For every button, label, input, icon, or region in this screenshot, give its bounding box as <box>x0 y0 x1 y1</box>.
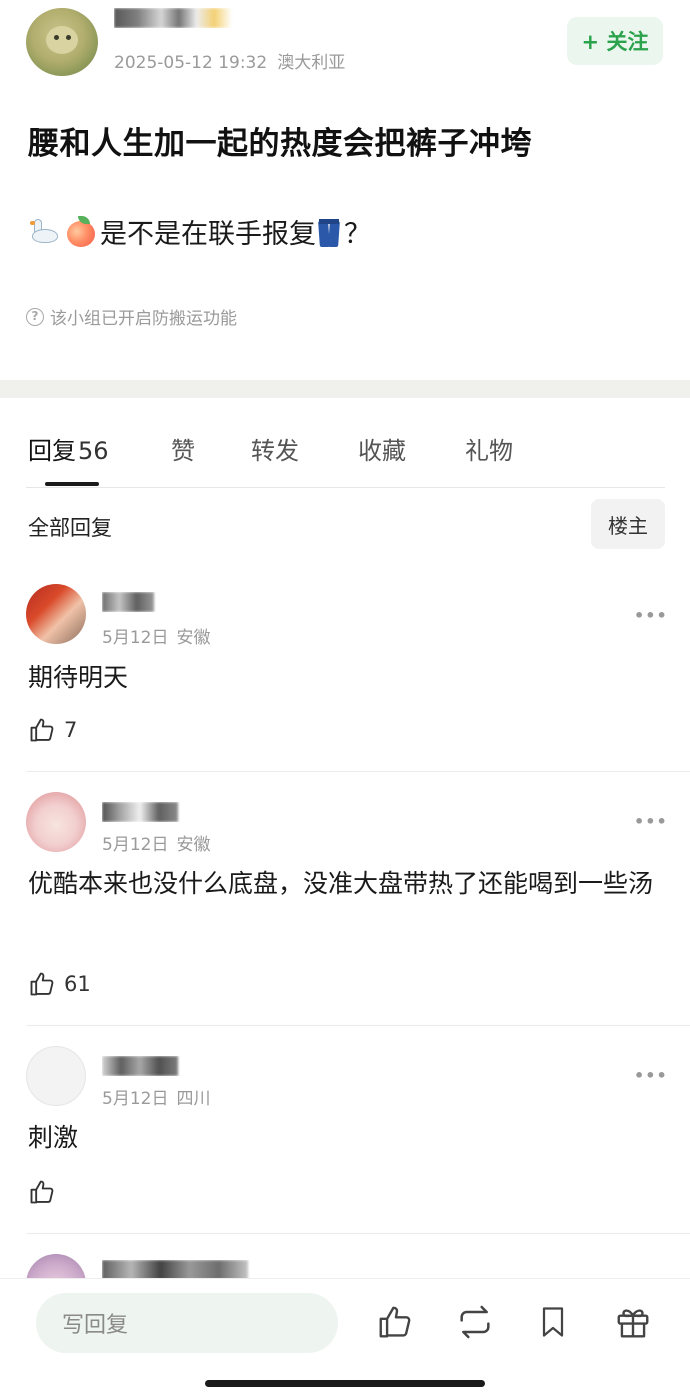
post-body-suffix: ？ <box>344 219 371 250</box>
tab-likes[interactable]: 赞 <box>171 431 195 466</box>
comment-text: 刺激 <box>28 1123 79 1152</box>
commenter-name-redacted[interactable] <box>102 592 156 612</box>
bottom-action-bar: 写回复 <box>0 1278 690 1396</box>
redacted-name-blur <box>102 592 154 612</box>
comment-like-button[interactable] <box>28 1178 64 1206</box>
anti-copy-notice: ? 该小组已开启防搬运功能 <box>26 304 237 329</box>
tab-label: 回复 <box>28 437 76 465</box>
comment-meta: 5月12日 安徽 <box>102 623 210 648</box>
commenter-name-redacted[interactable] <box>102 802 180 822</box>
comment-item: 5月12日 安徽 ••• 期待明天 7 <box>0 566 690 772</box>
like-count: 61 <box>64 972 91 996</box>
post-body: 是不是在联手报复 ？ <box>28 212 371 251</box>
tab-count: 56 <box>78 437 109 465</box>
thumbs-up-icon <box>30 972 54 996</box>
post-card: 2025-05-12 19:32 澳大利亚 + 关注 腰和人生加一起的热度会把裤子… <box>0 0 690 380</box>
tab-reposts[interactable]: 转发 <box>251 431 299 466</box>
anti-copy-text: 该小组已开启防搬运功能 <box>50 309 237 329</box>
comment-date: 5月12日 <box>102 628 169 648</box>
like-count: 7 <box>64 718 78 742</box>
commenter-name-redacted[interactable] <box>102 1056 180 1076</box>
swan-emoji-icon <box>28 215 62 249</box>
commenter-avatar[interactable] <box>26 792 86 852</box>
redacted-name-blur <box>114 8 232 28</box>
comment-date: 5月12日 <box>102 835 169 855</box>
redacted-name-blur <box>102 1260 248 1278</box>
comment-date: 5月12日 <box>102 1089 169 1109</box>
comment-like-button[interactable]: 7 <box>28 716 77 744</box>
home-indicator <box>205 1380 485 1387</box>
comment-text: 优酷本来也没什么底盘，没准大盘带热了还能喝到一些汤 <box>28 869 654 898</box>
redacted-name-blur <box>102 802 178 822</box>
comment-location: 安徽 <box>176 628 211 648</box>
thumbs-up-icon <box>30 718 54 742</box>
avatar-eye <box>54 35 59 40</box>
follow-button[interactable]: + 关注 <box>567 17 663 65</box>
avatar-face <box>46 26 78 54</box>
tab-bar: 回复56 赞 转发 收藏 礼物 <box>0 398 690 488</box>
comment-location: 四川 <box>176 1089 211 1109</box>
post-title: 腰和人生加一起的热度会把裤子冲垮 <box>28 126 532 162</box>
all-replies-filter[interactable]: 全部回复 <box>28 512 112 542</box>
tab-gifts[interactable]: 礼物 <box>465 431 513 466</box>
post-timestamp: 2025-05-12 19:32 <box>114 53 268 73</box>
comment-item-partial <box>0 1234 690 1278</box>
commenter-avatar[interactable] <box>26 1254 86 1278</box>
more-options-icon[interactable]: ••• <box>634 606 668 625</box>
tab-replies[interactable]: 回复56 <box>28 431 109 466</box>
thumbs-up-icon <box>30 1180 54 1204</box>
question-circle-icon: ? <box>26 307 44 326</box>
post-location: 澳大利亚 <box>277 53 346 73</box>
comment-text: 期待明天 <box>28 663 129 692</box>
reply-filter-bar: 全部回复 楼主 <box>0 488 690 566</box>
section-separator <box>0 380 690 398</box>
author-name-redacted[interactable] <box>114 8 234 28</box>
op-only-button[interactable]: 楼主 <box>591 499 665 549</box>
tab-favorites[interactable]: 收藏 <box>358 431 406 466</box>
gift-icon[interactable] <box>610 1299 656 1345</box>
more-options-icon[interactable]: ••• <box>634 812 668 831</box>
repost-icon[interactable] <box>452 1299 498 1345</box>
thumbs-up-icon[interactable] <box>372 1299 418 1345</box>
comment-meta: 5月12日 四川 <box>102 1084 210 1109</box>
comment-meta: 5月12日 安徽 <box>102 830 210 855</box>
comment-like-button[interactable]: 61 <box>28 970 91 998</box>
more-options-icon[interactable]: ••• <box>634 1066 668 1085</box>
post-meta: 2025-05-12 19:32 澳大利亚 <box>114 48 345 73</box>
comment-item: 5月12日 安徽 ••• 优酷本来也没什么底盘，没准大盘带热了还能喝到一些汤 61 <box>0 772 690 1026</box>
peach-emoji-icon <box>64 215 98 249</box>
comment-location: 安徽 <box>176 835 211 855</box>
commenter-avatar[interactable] <box>26 1046 86 1106</box>
author-avatar[interactable] <box>26 8 98 76</box>
comment-item: 5月12日 四川 ••• 刺激 <box>0 1026 690 1234</box>
active-tab-indicator <box>45 482 99 486</box>
jeans-emoji-icon <box>316 215 342 249</box>
commenter-name-redacted[interactable] <box>102 1260 250 1278</box>
post-body-text: 是不是在联手报复 <box>100 219 316 250</box>
bookmark-icon[interactable] <box>530 1299 576 1345</box>
reply-input[interactable]: 写回复 <box>36 1293 338 1353</box>
commenter-avatar[interactable] <box>26 584 86 644</box>
redacted-name-blur <box>102 1056 178 1076</box>
avatar-eye <box>66 35 71 40</box>
